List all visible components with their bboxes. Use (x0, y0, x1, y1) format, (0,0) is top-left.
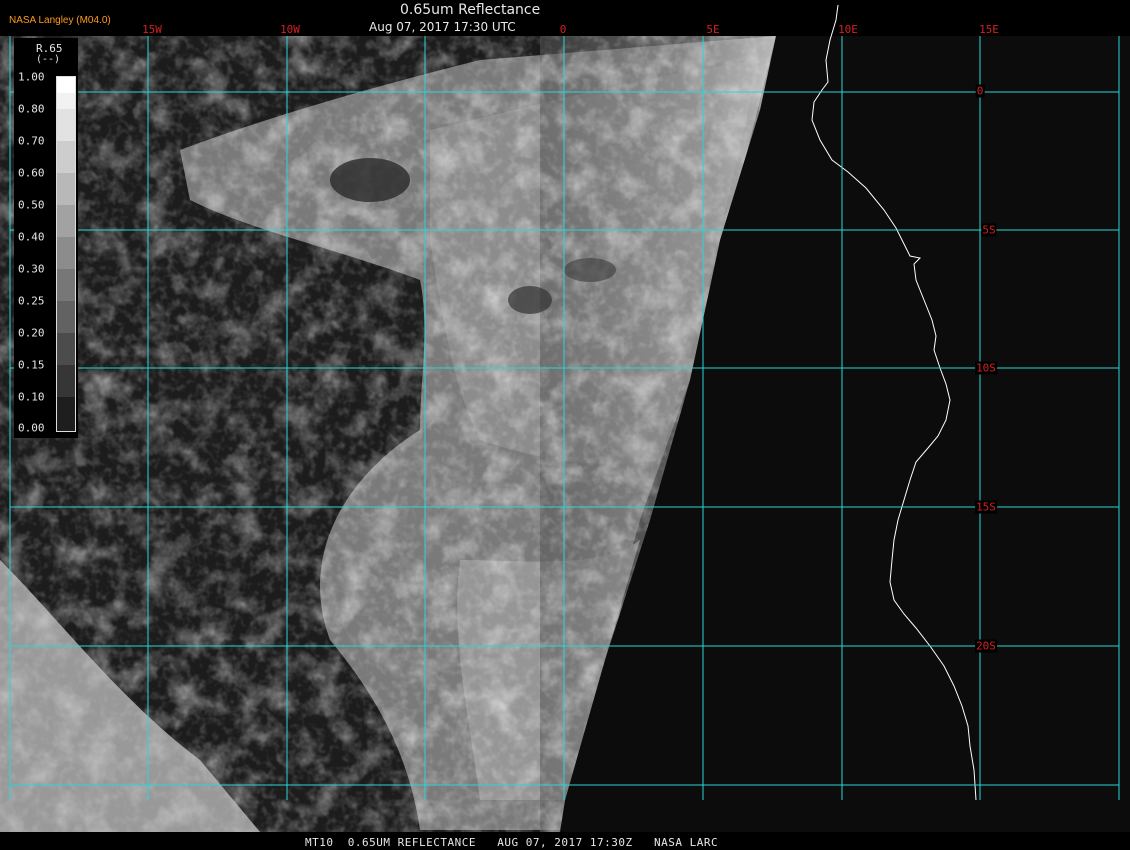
legend-colorbar (56, 76, 76, 432)
lon-label-5e: 5E (706, 23, 720, 36)
legend-tick: 0.60 (18, 166, 45, 180)
credit-label: NASA Langley (M04.0) (9, 15, 111, 26)
lat-label-5s: 5S (981, 223, 997, 237)
map-title: 0.65um Reflectance (400, 2, 541, 18)
legend-tick: 0.30 (18, 262, 45, 276)
legend-tick: 0.15 (18, 358, 45, 372)
footer-bar: MT10 0.65UM REFLECTANCE AUG 07, 2017 17:… (0, 834, 1130, 850)
legend-tick: 0.50 (18, 198, 45, 212)
legend-tick: 0.00 (18, 421, 45, 435)
legend-tick: 0.40 (18, 230, 45, 244)
lat-label-20s: 20S (975, 639, 997, 653)
lat-label-15s: 15S (975, 500, 997, 514)
footer-text: MT10 0.65UM REFLECTANCE AUG 07, 2017 17:… (305, 836, 719, 849)
lat-label-0: 0 (975, 84, 985, 98)
lon-label-10w: 10W (280, 23, 300, 36)
legend-tick: 0.70 (18, 134, 45, 148)
color-legend: R.65 (--) 1.00 0.80 0.70 0.60 0.50 0.40 … (14, 38, 78, 438)
lon-label-15e: 15E (979, 23, 999, 36)
lon-label-10e: 10E (838, 23, 858, 36)
lat-label-10s: 10S (975, 361, 997, 375)
satellite-map (0, 4, 1130, 832)
legend-tick: 0.20 (18, 326, 45, 340)
lon-label-15w: 15W (142, 23, 162, 36)
map-datetime: Aug 07, 2017 17:30 UTC (369, 20, 516, 34)
legend-tick: 0.25 (18, 294, 45, 308)
legend-tick: 0.80 (18, 102, 45, 116)
legend-tick: 0.10 (18, 390, 45, 404)
lon-label-0: 0 (559, 23, 567, 36)
legend-tick: 1.00 (18, 70, 45, 84)
legend-unit: (--) (36, 54, 61, 65)
